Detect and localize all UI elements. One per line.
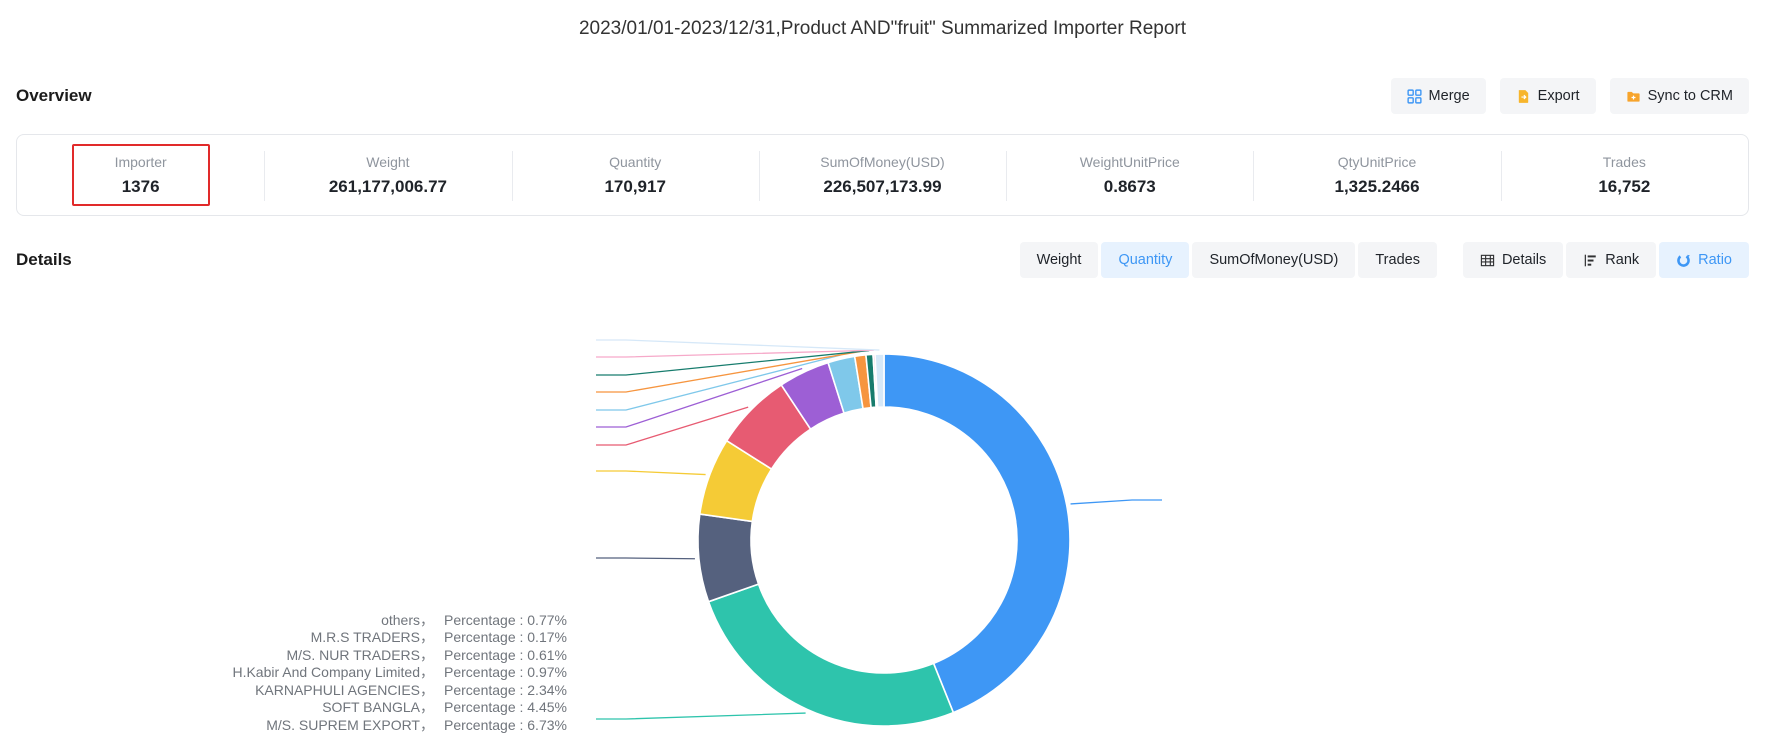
stat-quantity-label: Quantity [609, 154, 661, 170]
sync-to-crm-button[interactable]: Sync to CRM [1610, 78, 1749, 114]
export-icon [1516, 89, 1531, 104]
overview-toolbar: Merge Export Sync to CRM [1391, 78, 1749, 114]
label-leader-line [596, 340, 879, 350]
stat-sumofmoney-usd-[interactable]: SumOfMoney(USD) 226,507,173.99 [759, 135, 1006, 215]
export-button-label: Export [1538, 88, 1580, 104]
label-leader-line [1071, 500, 1162, 504]
label-leader-line [596, 713, 806, 719]
table-icon [1480, 253, 1495, 268]
stat-weightunitprice-label: WeightUnitPrice [1080, 154, 1180, 170]
merge-button-label: Merge [1429, 88, 1470, 104]
details-heading: Details [16, 250, 72, 270]
tab-quantity-label: Quantity [1118, 252, 1172, 268]
tab-trades[interactable]: Trades [1358, 242, 1437, 278]
view-tab-rank-label: Rank [1605, 252, 1639, 268]
stat-trades-label: Trades [1603, 154, 1646, 170]
stat-qtyunitprice-value: 1,325.2466 [1335, 177, 1420, 197]
stat-quantity[interactable]: Quantity 170,917 [512, 135, 759, 215]
importer-report-page: 2023/01/01-2023/12/31,Product AND"fruit"… [0, 0, 1765, 741]
stat-importer[interactable]: Importer 1376 [17, 135, 264, 215]
label-leader-line [596, 558, 695, 559]
stat-importer-value: 1376 [122, 177, 160, 197]
sync-folder-icon [1626, 89, 1641, 104]
donut-chart-svg [0, 280, 1765, 741]
sync-to-crm-button-label: Sync to CRM [1648, 88, 1733, 104]
page-title: 2023/01/01-2023/12/31,Product AND"fruit"… [0, 18, 1765, 40]
merge-button[interactable]: Merge [1391, 78, 1486, 114]
stat-qtyunitprice[interactable]: QtyUnitPrice 1,325.2466 [1253, 135, 1500, 215]
view-tab-rank[interactable]: Rank [1566, 242, 1656, 278]
view-tab-group: Details Rank Ratio [1463, 242, 1749, 278]
importer-ratio-chart: BABY NUTRITION LIMITED，Percentage : 43.9… [0, 280, 1765, 741]
pie-slice-baby-nutrition-limited[interactable] [884, 354, 1070, 713]
stat-weightunitprice[interactable]: WeightUnitPrice 0.8673 [1006, 135, 1253, 215]
view-tab-ratio-label: Ratio [1698, 252, 1732, 268]
stat-weight[interactable]: Weight 261,177,006.77 [264, 135, 511, 215]
tab-sumofmoney-usd-[interactable]: SumOfMoney(USD) [1192, 242, 1355, 278]
details-header: Details Weight Quantity SumOfMoney(USD) Tra… [16, 242, 1749, 278]
stat-sumofmoney-usd--value: 226,507,173.99 [823, 177, 941, 197]
view-tab-details-label: Details [1502, 252, 1546, 268]
tab-sumofmoney-usd--label: SumOfMoney(USD) [1209, 252, 1338, 268]
overview-heading: Overview [16, 86, 92, 106]
label-leader-line [596, 407, 748, 445]
view-tab-details[interactable]: Details [1463, 242, 1563, 278]
view-tab-ratio[interactable]: Ratio [1659, 242, 1749, 278]
stat-quantity-value: 170,917 [604, 177, 665, 197]
stat-qtyunitprice-label: QtyUnitPrice [1338, 154, 1417, 170]
stat-trades[interactable]: Trades 16,752 [1501, 135, 1748, 215]
stat-weightunitprice-value: 0.8673 [1104, 177, 1156, 197]
tab-quantity[interactable]: Quantity [1101, 242, 1189, 278]
overview-header: Overview Merge Export Sync to CRM [16, 78, 1749, 114]
stat-weight-label: Weight [366, 154, 409, 170]
tab-weight-label: Weight [1037, 252, 1082, 268]
merge-icon [1407, 89, 1422, 104]
label-leader-line [596, 471, 706, 475]
stat-weight-value: 261,177,006.77 [329, 177, 447, 197]
ratio-icon [1676, 253, 1691, 268]
stat-trades-value: 16,752 [1598, 177, 1650, 197]
pie-slice-zishan-corporation-limited-[interactable] [709, 584, 954, 726]
tab-trades-label: Trades [1375, 252, 1420, 268]
export-button[interactable]: Export [1500, 78, 1596, 114]
stat-sumofmoney-usd--label: SumOfMoney(USD) [820, 154, 944, 170]
tab-weight[interactable]: Weight [1020, 242, 1099, 278]
stats-card: Importer 1376 Weight 261,177,006.77 Quantity… [16, 134, 1749, 216]
stat-importer-label: Importer [115, 154, 167, 170]
metric-tab-group: Weight Quantity SumOfMoney(USD) Trades [1020, 242, 1437, 278]
rank-icon [1583, 253, 1598, 268]
